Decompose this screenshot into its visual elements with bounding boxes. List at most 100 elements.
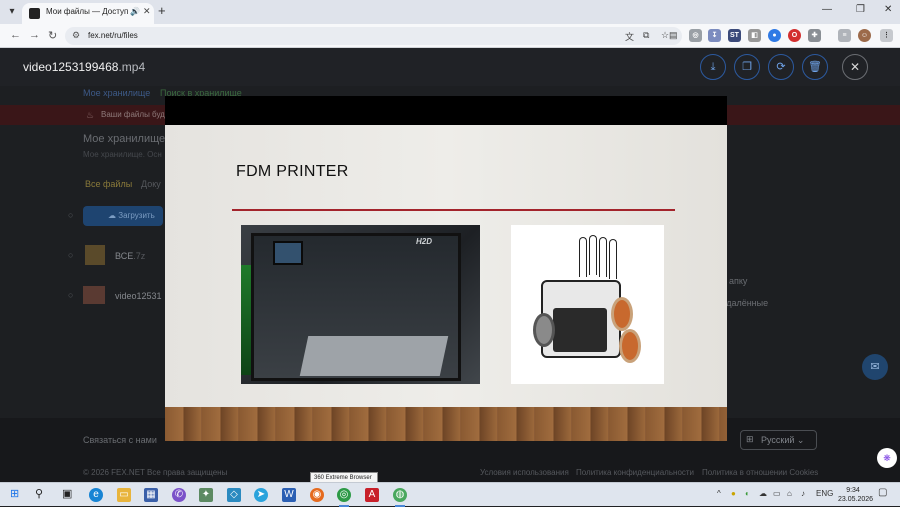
menu-icon[interactable]: ⋮ [880,29,893,42]
warning-text: Ваши файлы буду [101,110,169,119]
tray-app-icon[interactable]: ● [731,489,736,498]
tray-cloud-icon[interactable]: ☁ [759,489,767,498]
trash-icon[interactable]: 🗑 [802,54,828,80]
install-app-icon[interactable]: ⧉ [643,30,649,41]
address-url[interactable]: fex.net/ru/files [88,31,138,40]
minimize-icon[interactable]: — [822,4,832,15]
download-icon[interactable]: ⤓ [700,54,726,80]
extension-st-icon[interactable]: ST [728,29,741,42]
telegram-icon[interactable]: ➤ [254,488,268,502]
wood-floor [165,407,727,441]
file-explorer-icon[interactable]: ▭ [117,488,131,502]
media-control-icon[interactable]: ≡ [838,29,851,42]
opera-icon[interactable]: O [788,29,801,42]
app-bird-icon[interactable]: ✦ [199,488,213,502]
language-indicator[interactable]: ENG [816,489,833,498]
side-deleted-link[interactable]: удалённые [722,298,768,308]
back-icon[interactable]: ← [10,29,21,41]
tray-battery-icon[interactable]: ▭ [773,489,781,498]
translate-icon[interactable]: 文 [625,30,634,43]
upload-button[interactable]: ☁ Загрузить [83,206,163,226]
breadcrumb-storage: Мое хранилище [83,88,151,98]
viber-icon[interactable]: ✆ [172,488,186,502]
cookies-link[interactable]: Политика в отношении Cookies [702,468,818,477]
slide-title: FDM PRINTER [236,163,349,180]
sidebar-icon[interactable]: ▤ [669,30,678,41]
printer-brand: H2D [416,237,433,246]
extension-puzzle-icon[interactable]: ◧ [748,29,761,42]
assistant-icon[interactable]: ❋ [877,448,897,468]
extension-blue-icon[interactable]: ● [768,29,781,42]
archive-thumbnail [85,245,105,265]
speaker-icon[interactable]: 🔊 [130,7,140,16]
forward-icon[interactable]: → [29,29,40,41]
search-icon[interactable]: ⚲ [35,487,43,500]
slide-divider [232,209,675,211]
firefox-icon[interactable]: ◉ [310,488,324,502]
select-all-checkbox[interactable]: ○ [68,210,73,220]
extensions-icon[interactable]: ✚ [808,29,821,42]
restore-icon[interactable]: ❐ [856,4,865,15]
tray-security-icon[interactable]: ◐ [745,489,750,498]
side-folder-link[interactable]: апку [729,276,747,286]
tray-network-icon[interactable]: ⌂ [787,489,792,498]
tray-chevron-icon[interactable]: ^ [717,489,721,498]
file-checkbox[interactable]: ○ [68,250,73,260]
file-checkbox[interactable]: ○ [68,290,73,300]
window-close-icon[interactable]: ✕ [884,4,892,15]
extension-globe-icon[interactable]: ◎ [689,29,702,42]
task-view-icon[interactable]: ▣ [62,487,72,500]
video-player[interactable]: FDM PRINTER H2D [165,96,727,441]
acrobat-icon[interactable]: A [365,488,379,502]
file-name[interactable]: ВСЕ.7z [115,251,145,261]
presentation-slide: FDM PRINTER H2D [165,125,727,441]
app-cube-icon[interactable]: ◇ [227,488,241,502]
windows-taskbar: ⊞ ⚲ ▣ e ▭ ▦ ✆ ✦ ◇ ➤ W ◉ ◎ A ◍ ^ ● ◐ ☁ ▭ … [0,482,900,507]
printer-photo: H2D [241,225,480,384]
bookmark-star-icon[interactable]: ☆ [661,30,669,41]
contact-link[interactable]: Связаться с нами [83,435,157,445]
browser-tab-strip: ▾ Мои файлы — Доступ к о 🔊 ✕ + — ❐ ✕ [0,0,900,24]
video-thumbnail [83,286,105,304]
site-favicon-icon [29,8,40,19]
word-icon[interactable]: W [282,488,296,502]
browser-toolbar: ← → ↻ ⚙ fex.net/ru/files 文 ⧉ ☆ ▤ ◎ ↧ ST … [0,24,900,48]
file-name[interactable]: video12531 [115,291,162,301]
store-icon[interactable]: ▦ [144,488,158,502]
reload-icon[interactable]: ↻ [48,29,57,42]
privacy-link[interactable]: Политика конфиденциальности [576,468,694,477]
printer-render [511,225,664,384]
360-browser-icon[interactable]: ◍ [393,488,407,502]
tab-title: Мои файлы — Доступ к о [46,7,128,16]
terms-link[interactable]: Условия использования [480,468,569,477]
tab-search-icon[interactable]: ▾ [4,4,20,20]
chrome-icon[interactable]: ◎ [337,488,351,502]
notifications-icon[interactable]: ▢ [878,487,887,498]
windows-start-icon[interactable]: ⊞ [10,487,19,500]
extension-download-icon[interactable]: ↧ [708,29,721,42]
chevron-down-icon: ⌄ [796,435,805,445]
profile-avatar-icon[interactable]: ☺ [858,29,871,42]
tab-all-files[interactable]: Все файлы [85,179,132,189]
address-bar[interactable]: ⚙ fex.net/ru/files 文 ⧉ ☆ [65,27,682,45]
taskbar-clock[interactable]: 9:34 23.05.2026 [838,486,874,504]
edge-icon[interactable]: e [89,488,103,502]
site-info-icon[interactable]: ⚙ [72,30,80,41]
new-tab-icon[interactable]: + [158,3,166,18]
copyright: © 2026 FEX.NET Все права защищены [83,468,228,477]
chat-icon[interactable]: ✉ [862,354,888,380]
viewer-header: video1253199468.mp4 ⤓ ❐ ⟳ 🗑 ✕ [0,48,900,86]
close-icon[interactable]: ✕ [842,54,868,80]
printer-screen [273,241,303,265]
tray-volume-icon[interactable]: ♪ [801,489,805,498]
tab-close-icon[interactable]: ✕ [143,6,151,17]
copy-icon[interactable]: ❐ [734,54,760,80]
tab-documents[interactable]: Доку [141,179,161,189]
share-icon[interactable]: ⟳ [768,54,794,80]
browser-tab[interactable]: Мои файлы — Доступ к о 🔊 ✕ [22,3,154,24]
cloud-upload-icon: ☁ [108,211,119,220]
section-subtitle: Мое хранилище. Осн [83,150,162,159]
translate-lang-icon: ⊞ [746,434,754,444]
clock-time: 9:34 [846,487,860,494]
clock-date: 23.05.2026 [838,496,874,503]
